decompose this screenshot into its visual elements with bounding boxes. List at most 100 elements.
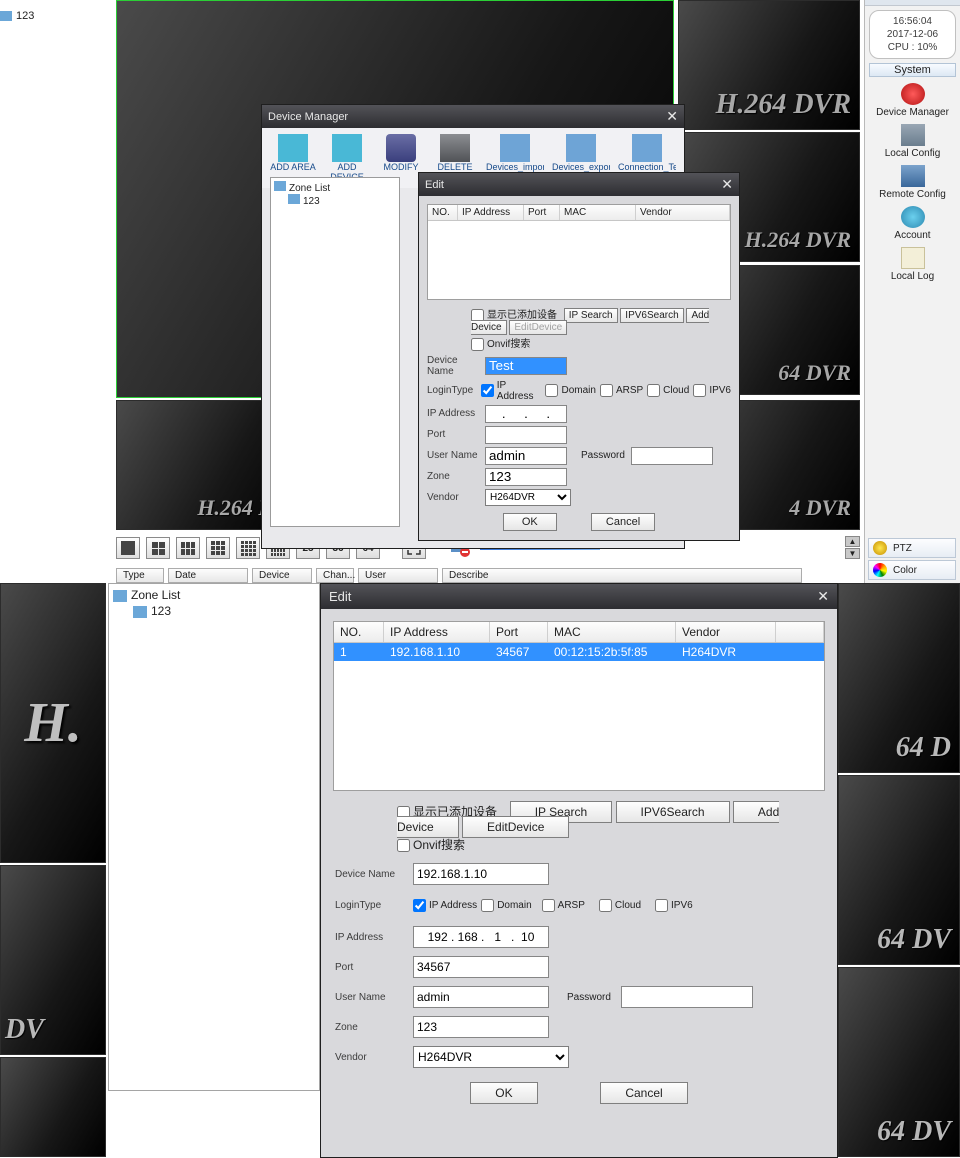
layout-handles: ▲ ▼ [845, 536, 860, 559]
username-input[interactable] [413, 986, 549, 1008]
monitor-icon [0, 11, 12, 21]
close-icon[interactable]: ✕ [666, 108, 678, 125]
login-cloud-checkbox[interactable] [647, 384, 660, 397]
connection-test-icon [632, 134, 662, 162]
video-tile[interactable]: H.264 DVR [678, 0, 860, 130]
vendor-select[interactable]: H264DVR [413, 1046, 569, 1068]
sidebar-item-remote-config[interactable]: Remote Config [865, 165, 960, 200]
monitor-icon [133, 606, 147, 618]
sidebar-item-account[interactable]: Account [865, 206, 960, 241]
color-button[interactable]: Color [868, 560, 956, 580]
ptz-button[interactable]: PTZ [868, 538, 956, 558]
desktop-tree[interactable]: 123 [0, 10, 34, 22]
login-ip-checkbox[interactable] [481, 384, 494, 397]
expand-up[interactable]: ▲ [845, 536, 860, 547]
add-area-icon [278, 134, 308, 162]
log-col-device[interactable]: Device [252, 568, 312, 583]
tool-add-area[interactable]: ADD AREA [270, 134, 316, 182]
edit-device-button[interactable]: EditDevice [462, 816, 569, 838]
right-sidebar: 16:56:04 2017-12-06 CPU : 10% System Dev… [864, 0, 960, 583]
monitor-icon [288, 194, 300, 204]
folder-icon [113, 590, 127, 602]
table-row-selected[interactable]: 1 192.168.1.10 34567 00:12:15:2b:5f:85 H… [334, 643, 824, 661]
ptz-icon [873, 541, 887, 555]
ip-input[interactable] [485, 405, 567, 423]
view-1[interactable] [116, 537, 140, 559]
ip-input[interactable] [413, 926, 549, 948]
login-cloud-checkbox[interactable] [599, 899, 612, 912]
cancel-button[interactable]: Cancel [591, 513, 655, 531]
sidebar-item-local-log[interactable]: Local Log [865, 247, 960, 282]
password-input[interactable] [621, 986, 753, 1008]
login-ipv6-checkbox[interactable] [655, 899, 668, 912]
close-icon[interactable]: ✕ [817, 588, 829, 605]
vendor-select[interactable]: H264DVR [485, 489, 571, 506]
login-arsp-checkbox[interactable] [600, 384, 613, 397]
video-tile[interactable]: 64 D [838, 583, 960, 773]
edit-window-large: Edit ✕ NO. IP Address Port MAC Vendor 1 … [320, 583, 838, 1158]
account-icon [901, 206, 925, 228]
login-arsp-checkbox[interactable] [542, 899, 555, 912]
ipv6-search-button[interactable]: IPV6Search [616, 801, 730, 823]
onvif-search-checkbox[interactable] [471, 338, 484, 351]
ok-button[interactable]: OK [503, 513, 557, 531]
view-4[interactable] [146, 537, 170, 559]
log-col-channel[interactable]: Chan... [316, 568, 354, 583]
port-input[interactable] [485, 426, 567, 444]
device-table-large[interactable]: NO. IP Address Port MAC Vendor 1 192.168… [333, 621, 825, 791]
view-6[interactable] [176, 537, 200, 559]
device-name-input[interactable] [413, 863, 549, 885]
video-tile[interactable]: 64 DV [838, 967, 960, 1157]
local-log-icon [901, 247, 925, 269]
sidebar-section-header: System [869, 63, 956, 77]
login-ip-checkbox[interactable] [413, 899, 426, 912]
sidebar-item-local-config[interactable]: Local Config [865, 124, 960, 159]
username-input[interactable] [485, 447, 567, 465]
onvif-search-checkbox[interactable] [397, 839, 410, 852]
tool-add-device[interactable]: ADD DEVICE [324, 134, 370, 182]
edit-titlebar-large[interactable]: Edit ✕ [321, 584, 837, 609]
edit-device-button[interactable]: EditDevice [509, 320, 567, 335]
login-ipv6-checkbox[interactable] [693, 384, 706, 397]
log-col-user[interactable]: User [358, 568, 438, 583]
folder-icon [274, 181, 286, 191]
log-col-date[interactable]: Date [168, 568, 248, 583]
local-config-icon [901, 124, 925, 146]
edit-titlebar-small[interactable]: Edit ✕ [419, 173, 739, 196]
expand-down[interactable]: ▼ [845, 548, 860, 559]
video-tile[interactable]: DV [0, 865, 106, 1055]
log-header-row: Type Date Device Chan... User Describe [116, 568, 802, 583]
login-domain-checkbox[interactable] [481, 899, 494, 912]
view-16[interactable] [236, 537, 260, 559]
remote-config-icon [901, 165, 925, 187]
port-input[interactable] [413, 956, 549, 978]
video-tile[interactable]: 64 DV [838, 775, 960, 965]
ok-button[interactable]: OK [470, 1082, 537, 1104]
login-domain-checkbox[interactable] [545, 384, 558, 397]
delete-icon [440, 134, 470, 162]
ipv6-search-button[interactable]: IPV6Search [620, 308, 683, 323]
device-manager-icon [901, 83, 925, 105]
zone-tree[interactable]: Zone List 123 [270, 177, 400, 527]
cancel-button[interactable]: Cancel [600, 1082, 687, 1104]
password-input[interactable] [631, 447, 713, 465]
device-name-input[interactable] [485, 357, 567, 375]
zone-input[interactable] [485, 468, 567, 486]
log-col-type[interactable]: Type [116, 568, 164, 583]
log-col-describe[interactable]: Describe [442, 568, 802, 583]
add-device-icon [332, 134, 362, 162]
view-9[interactable] [206, 537, 230, 559]
video-tile[interactable] [0, 1057, 106, 1157]
zone-input[interactable] [413, 1016, 549, 1038]
zone-tree-large[interactable]: Zone List 123 [108, 583, 320, 1091]
sidebar-item-device-manager[interactable]: Device Manager [865, 83, 960, 118]
import-icon [500, 134, 530, 162]
video-tile[interactable]: H. [0, 583, 106, 863]
device-table-small[interactable]: NO. IP Address Port MAC Vendor [427, 204, 731, 300]
status-clock: 16:56:04 2017-12-06 CPU : 10% [869, 10, 956, 59]
device-manager-titlebar[interactable]: Device Manager ✕ [262, 105, 684, 128]
close-icon[interactable]: ✕ [721, 176, 733, 193]
export-icon [566, 134, 596, 162]
ip-search-button[interactable]: IP Search [564, 308, 618, 323]
edit-window-small: Edit ✕ NO. IP Address Port MAC Vendor 显示… [418, 172, 740, 541]
